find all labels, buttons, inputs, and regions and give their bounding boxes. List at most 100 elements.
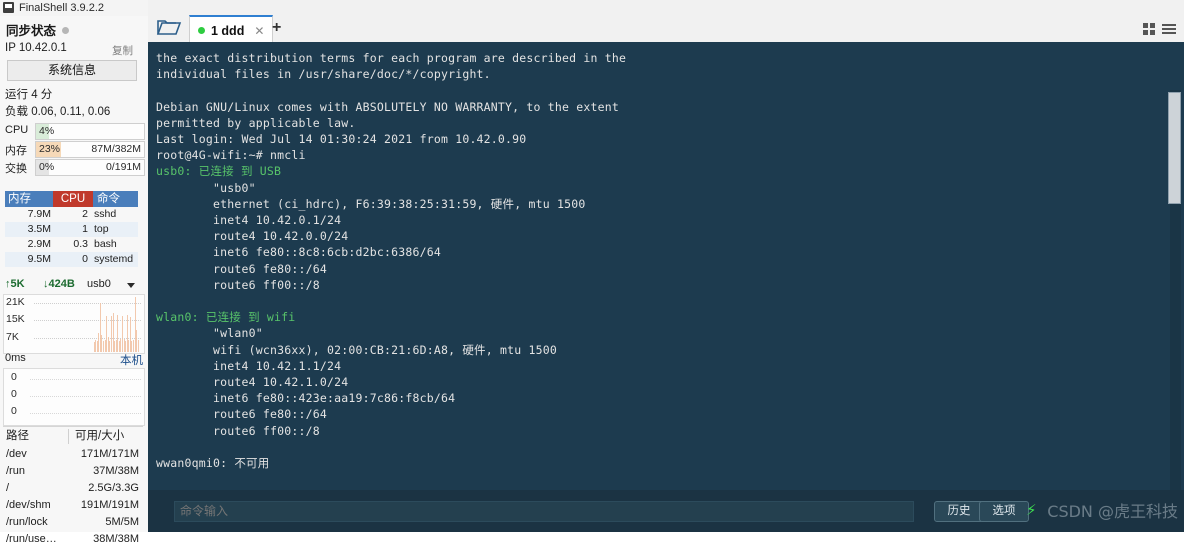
terminal-line: route6 fe80::/64 bbox=[156, 407, 327, 422]
file-manager-icon[interactable] bbox=[156, 18, 182, 37]
disk-row[interactable]: /dev 171M/171M bbox=[3, 446, 143, 463]
tab-session-1[interactable]: 1 ddd ✕ bbox=[189, 15, 274, 44]
copy-ip-button[interactable]: 复制 bbox=[112, 43, 133, 58]
disk-row[interactable]: / 2.5G/3.3G bbox=[3, 480, 143, 497]
sync-status-indicator-icon bbox=[62, 27, 69, 34]
process-header-cpu[interactable]: CPU bbox=[53, 191, 93, 207]
terminal-line: permitted by applicable law. bbox=[156, 115, 356, 130]
process-cpu: 2 bbox=[82, 208, 88, 220]
disk-table-header: 路径 可用/大小 bbox=[3, 427, 143, 446]
options-button[interactable]: 选项 bbox=[979, 501, 1029, 522]
process-cmd: bash bbox=[94, 238, 117, 250]
terminal-line: inet4 10.42.0.1/24 bbox=[156, 213, 342, 228]
disk-path: /run/lock bbox=[6, 516, 48, 528]
disk-row[interactable]: /run/lock 5M/5M bbox=[3, 514, 143, 531]
load-average-label: 负载 0.06, 0.11, 0.06 bbox=[5, 106, 111, 118]
meter-percent: 4% bbox=[39, 125, 55, 137]
process-cmd: top bbox=[94, 223, 109, 235]
network-traffic-bar: ↑5K ↓424B usb0 bbox=[5, 278, 143, 294]
network-bar bbox=[137, 339, 139, 352]
terminal-line: route6 fe80::/64 bbox=[156, 261, 327, 276]
list-view-icon[interactable] bbox=[1162, 24, 1176, 34]
disk-header-size: 可用/大小 bbox=[75, 430, 125, 442]
chevron-down-icon[interactable] bbox=[127, 283, 135, 288]
window-title: FinalShell 3.9.2.2 bbox=[19, 2, 104, 14]
network-bar bbox=[136, 329, 137, 352]
network-bar bbox=[114, 340, 115, 352]
terminal-line: usb0: 已连接 到 USB bbox=[156, 164, 282, 179]
network-bar bbox=[95, 339, 96, 352]
system-info-button[interactable]: 系统信息 bbox=[7, 60, 137, 81]
meter-bar: 4% bbox=[35, 123, 145, 140]
latency-unit-label: 0ms bbox=[5, 352, 26, 364]
process-row[interactable]: 2.9M 0.3 bash bbox=[5, 237, 138, 252]
process-mem: 2.9M bbox=[27, 238, 51, 250]
network-bar bbox=[98, 332, 99, 352]
meter-percent: 23% bbox=[39, 143, 61, 155]
disk-size: 191M/191M bbox=[80, 499, 139, 511]
network-bar bbox=[93, 341, 95, 352]
process-cpu: 0 bbox=[82, 253, 88, 265]
terminal-line: "usb0" bbox=[156, 180, 256, 195]
history-button[interactable]: 历史 bbox=[934, 501, 984, 522]
meter-bar: 0% 0/191M bbox=[35, 159, 145, 176]
network-bar bbox=[101, 335, 103, 352]
process-header-mem[interactable]: 内存 bbox=[5, 191, 53, 207]
latency-graph: 0 0 0 bbox=[3, 368, 145, 426]
process-row[interactable]: 7.9M 2 sshd bbox=[5, 207, 138, 222]
terminal-scrollbar-thumb[interactable] bbox=[1168, 92, 1181, 204]
terminal-line: wwan0qmi0: 不可用 bbox=[156, 456, 270, 471]
lightning-bolt-icon[interactable]: ⚡ bbox=[1026, 501, 1037, 520]
network-bar bbox=[115, 339, 117, 352]
network-bar bbox=[129, 317, 131, 352]
process-mem: 3.5M bbox=[27, 223, 51, 235]
process-row[interactable]: 9.5M 0 systemd bbox=[5, 252, 138, 267]
disk-row[interactable]: /run 37M/38M bbox=[3, 463, 143, 480]
process-mem: 7.9M bbox=[27, 208, 51, 220]
terminal-line: route4 10.42.0.0/24 bbox=[156, 229, 349, 244]
finalshell-window: FinalShell 3.9.2.2 ✕ 同步状态 IP 10.42.0.1 复… bbox=[0, 0, 1184, 545]
terminal-line: Debian GNU/Linux comes with ABSOLUTELY N… bbox=[156, 99, 620, 114]
disk-size: 37M/38M bbox=[93, 465, 139, 477]
network-bar bbox=[134, 297, 136, 352]
new-tab-button[interactable]: + bbox=[272, 20, 281, 36]
network-bar bbox=[110, 316, 112, 352]
network-bar bbox=[125, 340, 126, 352]
lat-y-label-2: 0 bbox=[11, 405, 17, 417]
process-cpu: 0.3 bbox=[73, 238, 88, 250]
process-row[interactable]: 3.5M 1 top bbox=[5, 222, 138, 237]
meter-label: 交换 bbox=[5, 163, 27, 175]
network-bar bbox=[103, 340, 104, 352]
network-bar bbox=[99, 302, 101, 352]
disk-path: /dev/shm bbox=[6, 499, 51, 511]
disk-header-path: 路径 bbox=[6, 430, 29, 442]
network-bar bbox=[128, 339, 129, 352]
terminal-line: the exact distribution terms for each pr… bbox=[156, 51, 627, 65]
terminal-line: inet6 fe80::8c8:6cb:d2bc:6386/64 bbox=[156, 245, 441, 260]
disk-size: 38M/38M bbox=[93, 533, 139, 545]
tab-label: 1 ddd bbox=[211, 23, 245, 38]
terminal-line: inet6 fe80::423e:aa19:7c86:f8cb/64 bbox=[156, 391, 456, 406]
uptime-label: 运行 4 分 bbox=[5, 89, 53, 101]
disk-row[interactable]: /dev/shm 191M/191M bbox=[3, 497, 143, 514]
latency-host-label[interactable]: 本机 bbox=[120, 352, 143, 368]
terminal-output[interactable]: the exact distribution terms for each pr… bbox=[148, 42, 1184, 490]
process-header-cmd[interactable]: 命令 bbox=[93, 191, 138, 207]
grid-view-icon[interactable] bbox=[1143, 23, 1155, 35]
network-bar bbox=[121, 316, 123, 352]
tab-bar: 1 ddd ✕ + bbox=[148, 14, 1184, 44]
process-cmd: systemd bbox=[94, 253, 134, 265]
command-bar: 历史 选项 ⚡ CSDN @虎王科技 bbox=[148, 490, 1184, 532]
network-bar bbox=[120, 338, 121, 352]
network-bar bbox=[96, 340, 98, 352]
disk-size: 171M/171M bbox=[80, 448, 139, 460]
command-input[interactable] bbox=[174, 501, 914, 522]
disk-row[interactable]: /run/use… 38M/38M bbox=[3, 531, 143, 548]
network-interface-select[interactable]: usb0 bbox=[87, 278, 111, 290]
upload-rate: ↑5K bbox=[5, 278, 25, 290]
network-bar bbox=[109, 340, 110, 352]
network-bar bbox=[133, 339, 134, 352]
tab-close-icon[interactable]: ✕ bbox=[254, 24, 264, 38]
net-y-label-2: 7K bbox=[6, 331, 19, 343]
